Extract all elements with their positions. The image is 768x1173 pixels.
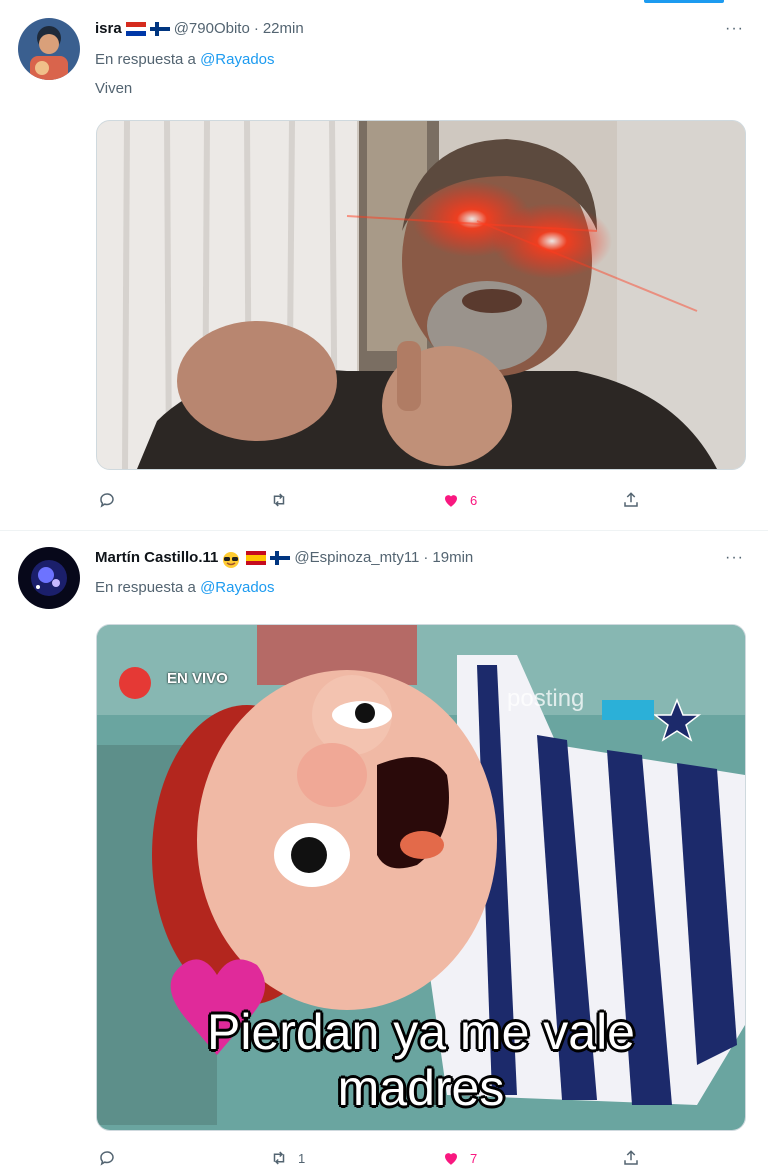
avatar[interactable] bbox=[18, 547, 80, 609]
like-button[interactable]: 7 bbox=[442, 1149, 477, 1167]
user-handle[interactable]: @790Obito bbox=[174, 20, 250, 37]
sunglasses-emoji-icon bbox=[222, 551, 242, 568]
reply-context: En respuesta a @Rayados bbox=[95, 579, 275, 596]
retweet-button[interactable]: 1 bbox=[270, 1149, 305, 1167]
flag-spain-icon bbox=[246, 550, 267, 565]
tweet-header: Martín Castillo.11 @Espinoza_mty11 · 19m… bbox=[95, 549, 473, 568]
retweet-count: 1 bbox=[298, 1150, 306, 1166]
live-badge: EN VIVO bbox=[167, 670, 228, 687]
reply-mention-link[interactable]: @Rayados bbox=[200, 51, 274, 68]
retweet-icon bbox=[273, 493, 285, 507]
reply-prefix: En respuesta a bbox=[95, 579, 196, 596]
display-name[interactable]: isra bbox=[95, 20, 122, 37]
like-count: 6 bbox=[470, 492, 478, 508]
retweet-button[interactable] bbox=[270, 491, 298, 509]
share-button[interactable] bbox=[622, 491, 640, 509]
separator-dot: · bbox=[423, 549, 429, 566]
reply-context: En respuesta a @Rayados bbox=[95, 51, 275, 68]
tweet-text: Viven bbox=[95, 80, 133, 97]
display-name[interactable]: Martín Castillo.11 bbox=[95, 549, 218, 566]
tweet-actions: 6 bbox=[0, 491, 768, 515]
reply-button[interactable] bbox=[98, 1149, 126, 1167]
share-icon bbox=[624, 492, 638, 507]
like-icon bbox=[445, 1153, 457, 1165]
avatar[interactable] bbox=[18, 18, 80, 80]
more-icon[interactable]: ··· bbox=[725, 20, 744, 38]
like-button[interactable]: 6 bbox=[442, 491, 477, 509]
flag-paraguay-icon bbox=[125, 21, 146, 36]
separator-dot: · bbox=[253, 20, 259, 37]
media-watermark: posting bbox=[507, 685, 585, 712]
reply-mention-link[interactable]: @Rayados bbox=[200, 579, 274, 596]
tweet-2[interactable]: Martín Castillo.11 @Espinoza_mty11 · 19m… bbox=[0, 531, 768, 1166]
like-count: 7 bbox=[470, 1150, 478, 1166]
more-icon[interactable]: ··· bbox=[725, 549, 744, 567]
like-icon bbox=[445, 495, 457, 507]
reply-button[interactable] bbox=[98, 491, 126, 509]
tweet-media-image[interactable]: EN VIVO posting Pierdan ya me vale madre… bbox=[96, 624, 746, 1131]
reply-icon bbox=[100, 493, 114, 508]
flag-finland-icon bbox=[149, 21, 170, 36]
timestamp[interactable]: 19min bbox=[432, 549, 473, 566]
timestamp[interactable]: 22min bbox=[263, 20, 304, 37]
retweet-icon bbox=[273, 1151, 285, 1165]
flag-finland-icon bbox=[270, 550, 291, 565]
share-button[interactable] bbox=[622, 1149, 640, 1167]
reply-prefix: En respuesta a bbox=[95, 51, 196, 68]
tweet-1[interactable]: isra @790Obito · 22min ··· En respuesta … bbox=[0, 0, 768, 530]
meme-caption-line-1: Pierdan ya me vale bbox=[206, 1004, 635, 1060]
tweet-media-image[interactable] bbox=[96, 120, 746, 470]
tweet-header: isra @790Obito · 22min bbox=[95, 20, 304, 37]
user-handle[interactable]: @Espinoza_mty11 bbox=[294, 549, 419, 566]
share-icon bbox=[624, 1150, 638, 1165]
tweet-actions: 1 7 bbox=[0, 1149, 768, 1173]
reply-icon bbox=[100, 1151, 114, 1166]
meme-caption-line-2: madres bbox=[337, 1060, 505, 1116]
